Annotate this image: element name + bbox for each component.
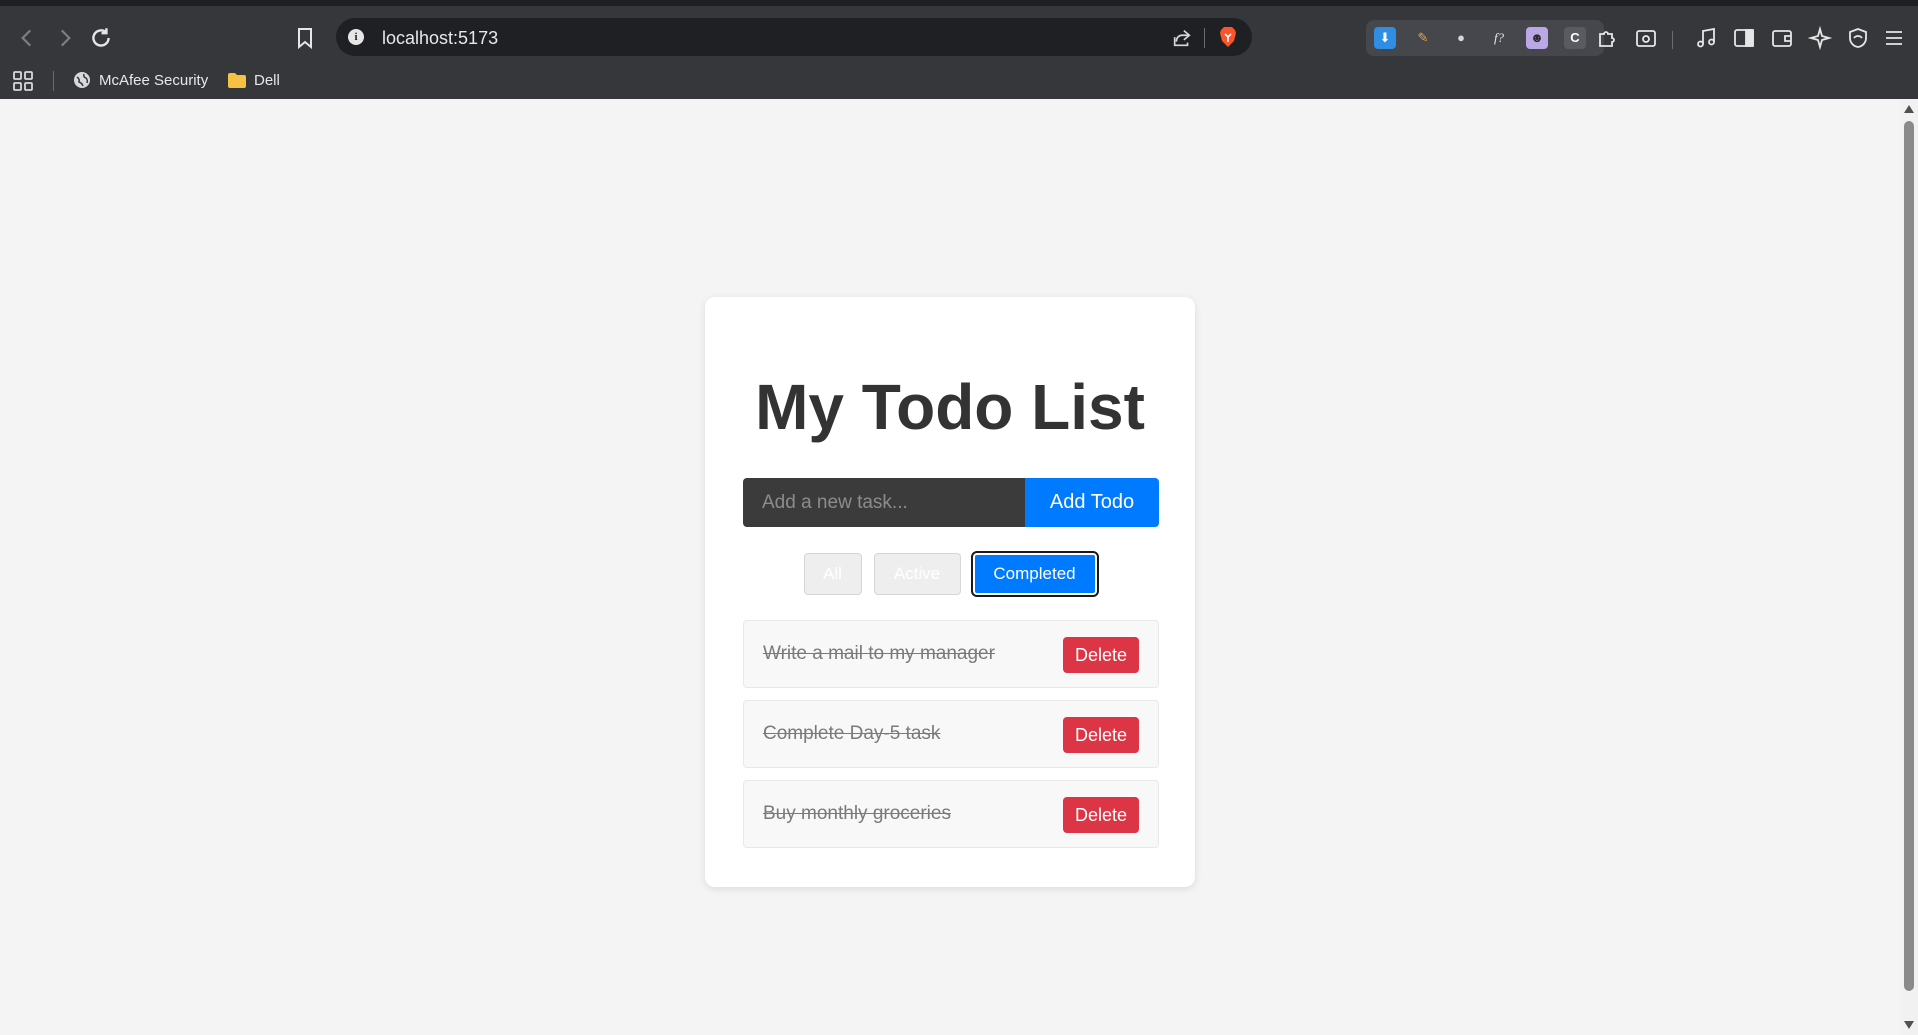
apps-grid-icon[interactable] [12,70,34,92]
page-viewport: My Todo List Add Todo All Active Complet… [0,99,1900,1035]
bookmark-label: McAfee Security [99,71,209,89]
filter-group: All Active Completed [705,551,1195,597]
scroll-down-arrow-icon[interactable] [1904,1021,1914,1029]
site-info-icon[interactable]: i [348,29,364,45]
brave-shields-icon[interactable] [1216,25,1240,49]
wallet-icon[interactable] [1770,26,1794,50]
sidebar-toggle-icon[interactable] [1732,26,1756,50]
delete-button[interactable]: Delete [1063,637,1139,673]
download-extension-icon[interactable]: ⬇ [1374,27,1396,49]
formula-extension-icon[interactable]: f? [1488,27,1510,49]
bookmarks-separator [53,71,54,91]
bookmark-dell[interactable]: Dell [228,67,280,93]
vertical-scrollbar[interactable] [1900,99,1918,1035]
menu-icon[interactable] [1882,26,1906,50]
dropper-extension-icon[interactable]: ● [1450,27,1472,49]
c-extension-icon[interactable]: C [1564,27,1586,49]
extensions-group: ⬇ ✎ ● f? ☻ C [1366,20,1604,56]
face-extension-icon[interactable]: ☻ [1526,27,1548,49]
todo-text[interactable]: Complete Day-5 task [763,723,940,745]
filter-all-button[interactable]: All [803,553,862,595]
address-bar[interactable]: i localhost:5173 [336,18,1252,56]
toolbar-separator [1672,31,1673,49]
add-todo-button[interactable]: Add Todo [1025,478,1159,527]
todo-item: Complete Day-5 task Delete [743,700,1159,768]
url-text[interactable]: localhost:5173 [382,28,498,49]
reload-icon[interactable] [88,25,114,51]
add-todo-form: Add Todo [743,478,1159,527]
globe-icon [74,72,90,88]
screenshot-icon[interactable] [1634,26,1658,50]
browser-chrome: i localhost:5173 ⬇ ✎ ● f? ☻ C McAfee Sec… [0,0,1918,99]
todo-card: My Todo List Add Todo All Active Complet… [705,297,1195,887]
browser-toolbar: i localhost:5173 ⬇ ✎ ● f? ☻ C [0,12,1918,62]
bookmark-page-icon[interactable] [293,26,317,50]
bookmark-mcafee[interactable]: McAfee Security [73,67,208,93]
delete-button[interactable]: Delete [1063,797,1139,833]
extensions-puzzle-icon[interactable] [1596,26,1620,50]
back-icon[interactable] [14,25,40,51]
url-separator [1204,28,1205,48]
todo-text[interactable]: Buy monthly groceries [763,803,951,825]
bookmarks-bar: McAfee Security Dell [0,62,1918,99]
filter-active-button[interactable]: Active [873,553,961,595]
scrollbar-thumb[interactable] [1904,121,1914,991]
todo-item: Write a mail to my manager Delete [743,620,1159,688]
bookmark-label: Dell [254,71,280,89]
todo-list: Write a mail to my manager Delete Comple… [743,620,1159,860]
scroll-up-arrow-icon[interactable] [1904,105,1914,113]
filter-completed-button[interactable]: Completed [970,551,1099,597]
page-title: My Todo List [755,371,1145,443]
todo-item: Buy monthly groceries Delete [743,780,1159,848]
share-icon[interactable] [1171,27,1193,49]
todo-text[interactable]: Write a mail to my manager [763,643,995,665]
delete-button[interactable]: Delete [1063,717,1139,753]
new-task-input[interactable] [743,478,1025,527]
vpn-shield-icon[interactable] [1846,26,1870,50]
forward-icon[interactable] [52,25,78,51]
folder-icon [228,72,246,88]
highlighter-extension-icon[interactable]: ✎ [1412,27,1434,49]
music-icon[interactable] [1694,26,1718,50]
leo-ai-icon[interactable] [1807,25,1833,51]
